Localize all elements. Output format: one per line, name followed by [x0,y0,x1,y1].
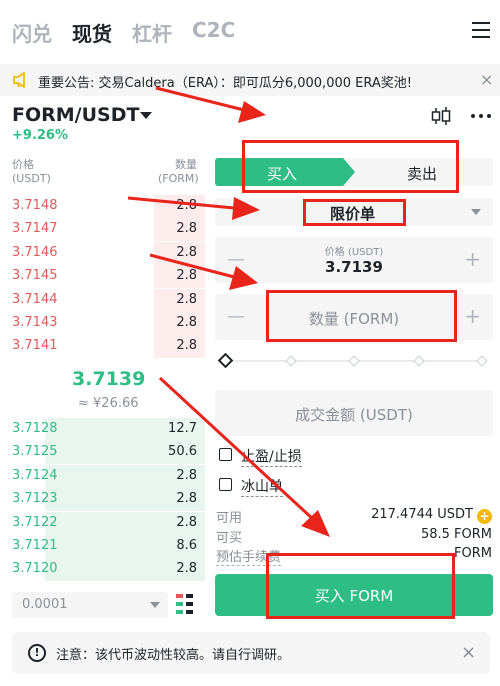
more-icon[interactable] [470,112,492,120]
close-icon[interactable]: × [461,642,476,663]
bid-quantity: 2.8 [176,561,197,577]
ask-price: 3.7146 [12,244,58,260]
bid-price: 3.7121 [12,538,58,553]
quantity-column-header: 数量 (FORM) [158,158,199,185]
bid-row[interactable]: 3.7120 2.8 [0,558,205,582]
bid-quantity: 2.8 [176,491,197,507]
price-input-value[interactable]: 3.7139 [215,258,493,276]
add-funds-icon[interactable]: + [477,509,492,524]
amount-slider[interactable] [217,352,488,369]
bid-row[interactable]: 3.7128 12.7 [0,418,205,441]
ask-row[interactable]: 3.7148 2.8 [0,195,205,218]
ask-quantity: 2.8 [176,221,197,237]
ask-row[interactable]: 3.7147 2.8 [0,218,205,242]
ask-quantity: 2.8 [176,315,197,330]
caret-down-icon [150,602,160,608]
announcement-text: 重要公告: 交易Caldera（ERA）：即可瓜分6,000,000 ERA奖池… [38,76,412,91]
bid-quantity: 8.6 [176,538,197,553]
iceberg-checkbox[interactable] [219,478,232,491]
tp-sl-checkbox[interactable] [219,448,232,461]
bid-quantity: 12.7 [168,421,197,436]
bid-row[interactable]: 3.7124 2.8 [0,464,205,488]
bid-price: 3.7124 [12,467,58,483]
slider-handle[interactable] [217,352,234,369]
warning-text: 注意：该代币波动性较高。请自行调研。 [56,648,291,663]
tick-size-select[interactable]: 0.0001 [12,592,168,618]
price-input-label: 价格 (USDT) [324,247,384,258]
quantity-increase-button[interactable]: + [464,304,481,328]
orderbook-layout-icon[interactable] [176,594,194,614]
can-buy-label: 可买 [216,531,243,546]
bid-quantity: 50.6 [168,444,197,460]
tab-instant-swap[interactable]: 闪兑 [12,18,52,47]
bid-price: 3.7125 [12,444,58,460]
ask-price: 3.7147 [12,221,58,237]
tp-sl-label[interactable]: 止盈/止损 [241,446,302,467]
volatility-warning: ! 注意：该代币波动性较高。请自行调研。 × [12,632,490,674]
caret-down-icon [471,209,481,215]
tab-margin[interactable]: 杠杆 [132,18,172,47]
close-icon[interactable]: × [480,70,493,89]
ask-price: 3.7148 [12,198,58,213]
last-price[interactable]: 3.7139 [72,368,145,390]
caret-down-icon[interactable] [140,112,152,119]
ask-row[interactable]: 3.7141 2.8 [0,335,205,359]
ask-row[interactable]: 3.7146 2.8 [0,241,205,265]
ask-quantity: 2.8 [176,244,197,260]
slider-stop-25[interactable] [285,355,297,367]
ask-price: 3.7141 [12,338,58,354]
alert-icon: ! [28,644,46,662]
bid-price: 3.7120 [12,561,58,577]
bid-price: 3.7122 [12,514,58,530]
ask-quantity: 2.8 [176,198,197,213]
bid-price: 3.7123 [12,491,58,507]
tab-spot[interactable]: 现货 [72,18,112,47]
can-buy-value: 58.5 FORM [420,527,492,542]
available-label: 可用 [216,511,243,526]
ask-price: 3.7144 [12,291,58,307]
ask-row[interactable]: 3.7145 2.8 [0,265,205,289]
annotation-box-order-type [303,199,406,226]
slider-stop-75[interactable] [413,355,425,367]
bid-quantity: 2.8 [176,514,197,530]
bid-row[interactable]: 3.7125 50.6 [0,441,205,465]
megaphone-icon [13,72,25,88]
iceberg-label[interactable]: 冰山单 [241,476,283,497]
ask-quantity: 2.8 [176,338,197,354]
ask-quantity: 2.8 [176,268,197,284]
ask-quantity: 2.8 [176,291,197,307]
price-column-header: 价格 (USDT) [12,158,51,185]
price-change: +9.26% [12,128,68,143]
candlestick-chart-icon[interactable] [430,106,452,126]
pair-symbol[interactable]: FORM/USDT [12,104,139,126]
tab-c2c[interactable]: C2C [192,18,235,42]
price-input[interactable]: — 价格 (USDT) 3.7139 + [215,237,493,283]
tick-size-value: 0.0001 [22,597,68,612]
ask-price: 3.7145 [12,268,58,284]
bid-row[interactable]: 3.7123 2.8 [0,488,205,512]
ask-row[interactable]: 3.7144 2.8 [0,288,205,312]
announcement-bar[interactable]: 重要公告: 交易Caldera（ERA）：即可瓜分6,000,000 ERA奖池… [0,64,500,96]
total-amount-placeholder: 成交金额 (USDT) [295,406,413,424]
last-price-fiat: ≈ ¥26.66 [78,396,139,411]
annotation-box-quantity [266,290,457,342]
ask-row[interactable]: 3.7143 2.8 [0,312,205,335]
annotation-box-buy-sell [242,140,459,193]
available-value: 217.4744 USDT + [371,507,492,524]
menu-icon[interactable] [472,22,490,38]
total-amount-input[interactable]: 成交金额 (USDT) [215,390,493,436]
fee-value: FORM [454,546,492,561]
slider-stop-50[interactable] [348,355,360,367]
price-increase-button[interactable]: + [464,247,481,271]
bid-row[interactable]: 3.7122 2.8 [0,511,205,535]
slider-stop-100[interactable] [476,355,488,367]
annotation-box-buy-button [266,553,455,619]
bid-quantity: 2.8 [176,467,197,483]
ask-price: 3.7143 [12,315,58,330]
bid-price: 3.7128 [12,421,58,436]
bid-row[interactable]: 3.7121 8.6 [0,535,205,558]
